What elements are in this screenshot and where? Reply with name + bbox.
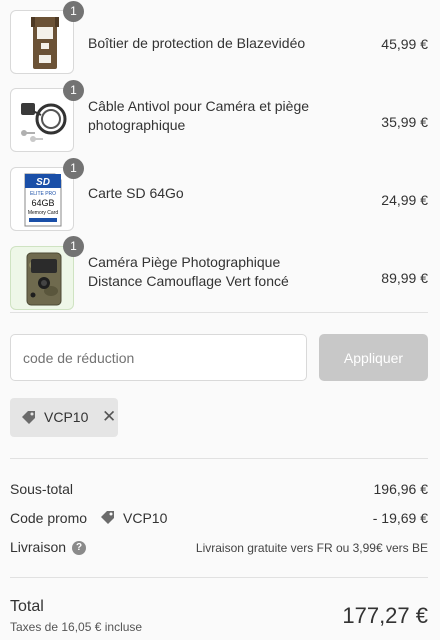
price-tag-icon [22, 411, 35, 424]
lock-cable-icon [21, 103, 67, 142]
sd-card-caption: Memory Card [28, 210, 59, 216]
item-thumbnail: SD ELITE PRO 64GB Memory Card [10, 167, 74, 231]
sd-card-capacity: 64GB [31, 198, 54, 208]
item-name: Boîtier de protection de Blazevidéo [88, 35, 306, 51]
discount-code-input[interactable] [10, 334, 307, 381]
subtotal-value: 196,96 € [373, 481, 429, 497]
item-thumbnail [10, 246, 74, 310]
item-price: 89,99 € [381, 270, 428, 286]
tax-note: Taxes de 16,05 € incluse [10, 620, 143, 634]
quantity-badge: 1 [63, 158, 84, 179]
total-amount: 177,27 € [342, 603, 428, 628]
security-box-icon [31, 17, 59, 69]
item-name: Carte SD 64Go [88, 185, 184, 201]
item-name: Caméra Piège Photographique Distance Cam… [88, 254, 289, 289]
help-icon[interactable]: ? [72, 541, 86, 555]
quantity-badge: 1 [63, 80, 84, 101]
sd-card-icon: SD ELITE PRO 64GB Memory Card [24, 173, 62, 227]
divider [10, 577, 428, 578]
item-thumbnail [10, 88, 74, 152]
item-price: 24,99 € [381, 192, 428, 208]
remove-discount-button[interactable]: ✕ [102, 407, 116, 427]
divider [10, 312, 428, 313]
trail-camera-icon [26, 252, 62, 306]
price-tag-icon [101, 511, 114, 524]
applied-discount-tag: VCP10 ✕ [10, 398, 118, 437]
divider [10, 458, 428, 459]
promo-code: VCP10 [123, 510, 168, 526]
subtotal-label: Sous-total [10, 481, 74, 497]
apply-discount-button[interactable]: Appliquer [319, 334, 428, 381]
item-price: 35,99 € [381, 114, 428, 130]
quantity-badge: 1 [63, 236, 84, 257]
item-name: Câble Antivol pour Caméra et piège photo… [88, 98, 310, 133]
item-thumbnail [10, 10, 74, 74]
applied-discount-code: VCP10 [44, 409, 89, 425]
total-label: Total [10, 598, 44, 615]
promo-label: Code promo [10, 510, 88, 526]
item-price: 45,99 € [381, 36, 428, 52]
shipping-label: Livraison [10, 539, 67, 555]
promo-value: - 19,69 € [372, 510, 428, 526]
shipping-value: Livraison gratuite vers FR ou 3,99€ vers… [195, 541, 428, 555]
sd-card-line: ELITE PRO [30, 191, 56, 197]
quantity-badge: 1 [63, 1, 84, 22]
sd-card-brand: SD [36, 177, 50, 188]
